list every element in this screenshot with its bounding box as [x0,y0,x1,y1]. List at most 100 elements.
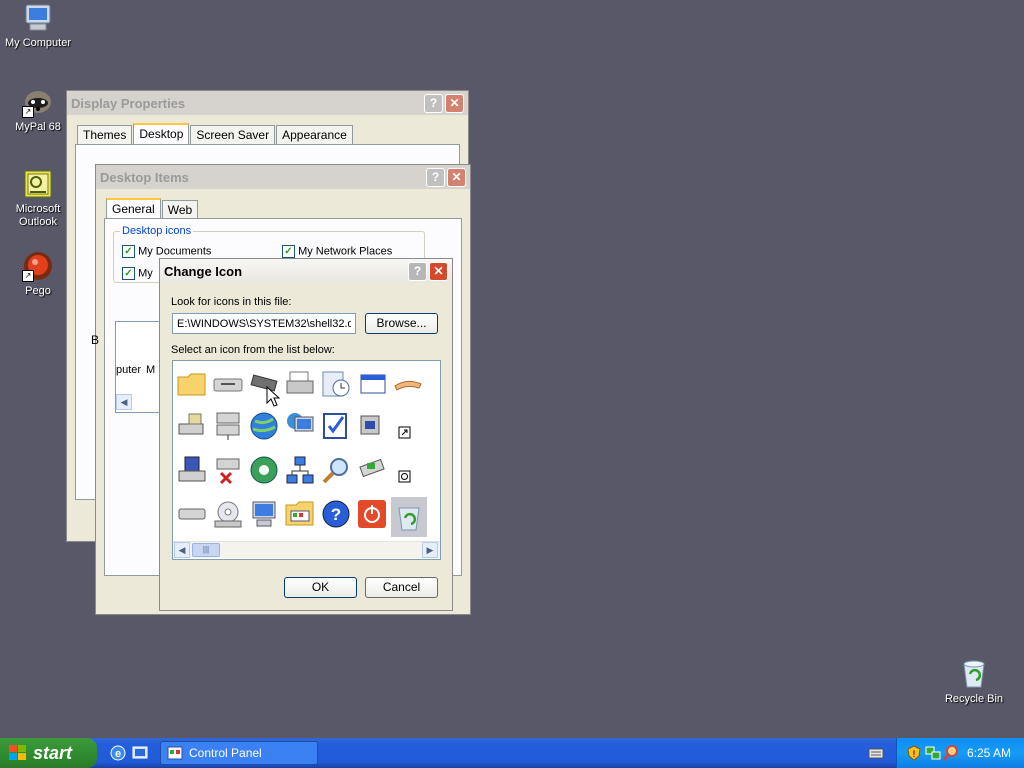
checkbox-my-documents[interactable]: ✓ My Documents [122,245,211,258]
display-properties-titlebar[interactable]: Display Properties ? ✕ [67,91,468,115]
printer-icon[interactable] [283,367,317,401]
window-run-icon[interactable] [355,367,389,401]
control-panel-folder-icon[interactable] [283,497,317,531]
partial-icon[interactable] [427,367,440,401]
tab-desktop[interactable]: Desktop [133,123,190,146]
tab-appearance[interactable]: Appearance [276,125,353,145]
power-shutdown-icon[interactable] [355,497,389,531]
checkbox-my-computer[interactable]: ✓ My [122,267,153,280]
look-for-icons-label: Look for icons in this file: [171,296,292,308]
icon-list-scrollbar[interactable]: ◀ ||| ▶ [173,541,440,558]
globe-icon[interactable] [247,409,281,443]
change-icon-titlebar[interactable]: Change Icon ? ✕ [160,259,452,283]
desktop-icon-label: Recycle Bin [944,693,1004,705]
tab-web[interactable]: Web [161,200,199,220]
help-icon[interactable]: ? [319,497,353,531]
projector-icon[interactable] [355,409,389,443]
removable-drive-icon[interactable] [175,497,209,531]
checkbox-label: My Network Places [298,245,393,258]
close-button[interactable]: ✕ [429,261,448,281]
partial-icon[interactable] [427,409,440,443]
taskbar-button-label: Control Panel [189,746,262,760]
my-computer-icon [22,2,54,34]
desktop-icon-outlook[interactable]: Microsoft Outlook [0,168,76,229]
save-disk-icon[interactable] [175,453,209,487]
network-tray-icon[interactable] [925,745,941,764]
partial-icon[interactable] [427,453,440,487]
search-tray-icon[interactable] [942,745,959,764]
cancel-button[interactable]: Cancel [365,577,438,598]
pego-icon: ↗ [22,250,54,282]
close-button[interactable]: ✕ [447,167,466,187]
svg-text:?: ? [331,505,341,524]
folder-icon[interactable] [175,367,209,401]
desktop-icon-label: My Computer [4,37,72,49]
desktop-items-titlebar[interactable]: Desktop Items ? ✕ [96,165,470,189]
checkbox-label: My Documents [138,245,212,258]
hand-sharing-icon[interactable] [391,367,425,401]
checkbox-box[interactable]: ✓ [282,245,295,258]
scroll-left-arrow[interactable]: ◀ [116,394,132,410]
scroll-thumb[interactable]: ||| [192,543,220,557]
window-title: Desktop Items [100,169,189,185]
help-button[interactable]: ? [408,261,427,281]
recycle-bin-full-icon[interactable] [391,497,427,537]
cd-globe-icon[interactable] [247,453,281,487]
network-places-icon[interactable] [283,453,317,487]
browse-button[interactable]: Browse... [365,313,438,334]
security-shield-icon[interactable]: ! [907,745,921,764]
scroll-right-arrow[interactable]: ▶ [422,542,438,558]
scheduled-task-icon[interactable] [319,367,353,401]
checkbox-label: My [138,267,153,280]
drive-map-icon[interactable] [355,453,389,487]
windows-flag-icon [9,745,26,760]
taskbar-button-control-panel[interactable]: Control Panel [160,741,318,765]
close-button[interactable]: ✕ [445,93,464,113]
desktop-icon-label: Pego [25,285,51,297]
internet-explorer-quicklaunch-icon[interactable]: e [110,745,126,764]
group-label: Desktop icons [122,225,192,237]
desktop-icon-pego[interactable]: ↗ Pego [0,250,76,298]
tab-themes[interactable]: Themes [77,125,133,145]
shortcut-arrow-icon: ↗ [22,106,34,118]
network-drive-icon[interactable] [175,409,209,443]
system-tray: ! 6:25 AM [896,738,1024,768]
partial-label-puter: puter [116,364,142,376]
floppy-drive-icon[interactable] [211,367,245,401]
desktop-icon-my-computer[interactable]: My Computer [0,2,76,50]
search-magnifier-icon[interactable] [319,453,353,487]
window-title: Change Icon [164,263,243,279]
clock[interactable]: 6:25 AM [967,746,1011,760]
network-computer-icon[interactable] [283,409,317,443]
icon-list[interactable]: ? ◀ ||| ▶ [172,360,441,560]
partial-icon[interactable] [427,497,440,531]
shortcut-overlay-icon[interactable] [391,409,425,443]
svg-text:e: e [115,748,121,760]
partial-label-m: M [146,364,156,376]
checklist-icon[interactable] [319,409,353,443]
desktop-icon-recycle-bin[interactable]: Recycle Bin [936,658,1012,706]
checkbox-my-network-places[interactable]: ✓ My Network Places [282,245,392,258]
help-button[interactable]: ? [426,167,445,187]
scroll-left-arrow[interactable]: ◀ [174,542,190,558]
file-path-input[interactable] [172,313,356,334]
computer-icon[interactable] [247,497,281,531]
desktop-icon-label: Microsoft Outlook [15,203,61,228]
desktop-icon-mypal[interactable]: ↗ MyPal 68 [0,86,76,134]
keyboard-language-icon[interactable] [868,745,884,764]
start-button[interactable]: start [0,738,97,768]
mouse-cursor-icon [266,386,280,407]
start-label: start [33,742,73,763]
show-desktop-quicklaunch-icon[interactable] [132,745,148,764]
window-title: Display Properties [71,95,186,111]
help-button[interactable]: ? [424,93,443,113]
shortcut-arrow-icon: ↗ [22,270,34,282]
tab-screen-saver[interactable]: Screen Saver [190,125,276,145]
cd-overlay-icon[interactable] [391,453,425,487]
checkbox-box[interactable]: ✓ [122,267,135,280]
disconnected-drive-icon[interactable] [211,453,245,487]
network-disk-icon[interactable] [211,409,245,443]
checkbox-box[interactable]: ✓ [122,245,135,258]
cd-drive-icon[interactable] [211,497,245,531]
ok-button[interactable]: OK [284,577,357,598]
